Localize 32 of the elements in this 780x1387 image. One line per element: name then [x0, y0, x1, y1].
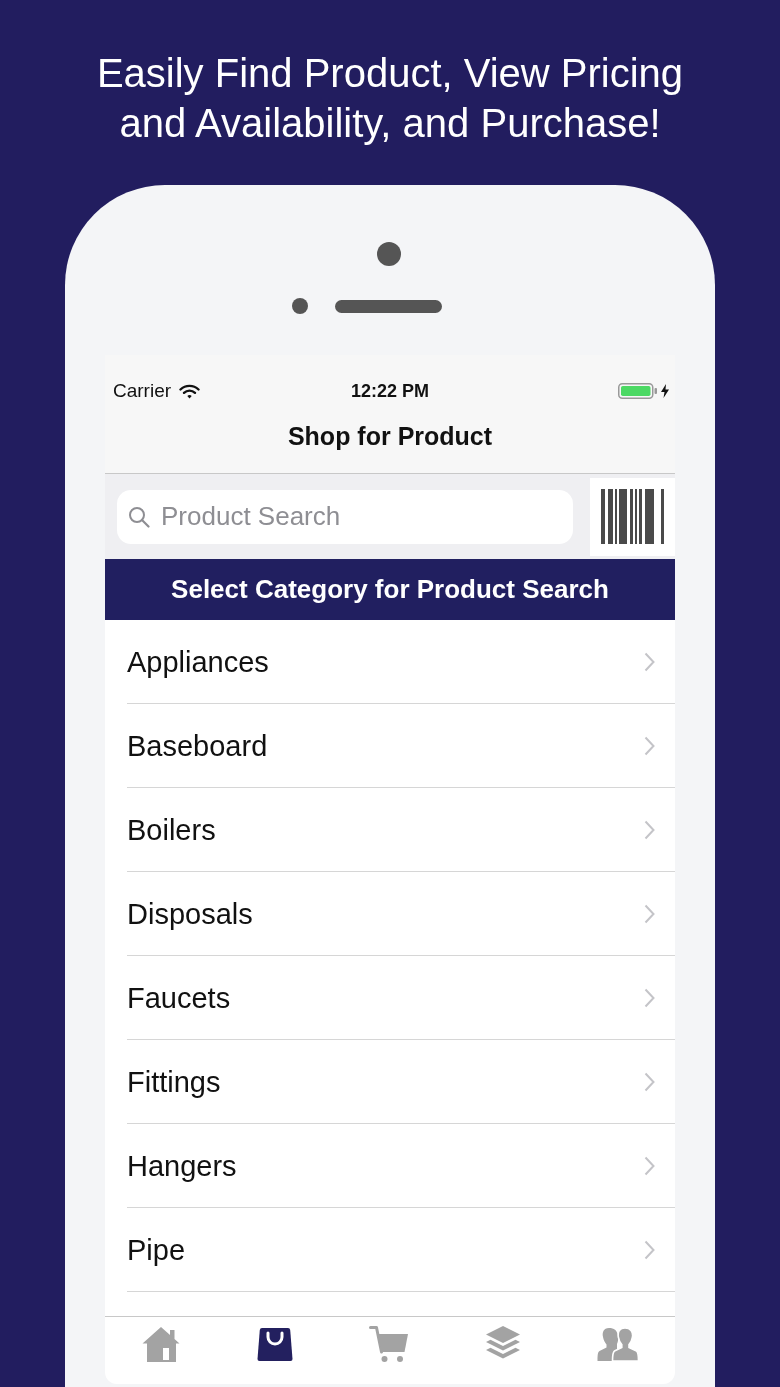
camera-icon	[377, 242, 401, 266]
chevron-icon	[644, 1239, 655, 1260]
search-field[interactable]: Product Search	[117, 489, 573, 544]
chevron-icon	[644, 903, 655, 924]
nav-title: Shop for Product	[287, 421, 493, 451]
chevron-icon	[644, 819, 655, 840]
wifi-icon	[179, 383, 201, 399]
chevron-icon	[644, 987, 655, 1008]
category-row[interactable]: Hangers	[105, 1124, 675, 1208]
status-time: 12:22 PM	[351, 380, 429, 402]
chevron-icon	[644, 651, 655, 672]
category-row[interactable]: Fittings	[105, 1040, 675, 1124]
shopping-cart-icon	[369, 1324, 411, 1364]
headline: Easily Find Product, View Pricing and Availability, and Purchase!	[95, 50, 685, 147]
category-row[interactable]: Baseboard	[105, 704, 675, 788]
category-row[interactable]: Disposals	[105, 872, 675, 956]
search-icon	[128, 505, 150, 528]
battery-icon	[618, 383, 658, 399]
speaker-icon	[335, 300, 442, 313]
barcode-scan-button[interactable]	[590, 477, 675, 556]
carrier-label: Carrier	[113, 380, 172, 402]
charging-bolt-icon	[661, 384, 669, 398]
category-row[interactable]: Boilers	[105, 788, 675, 872]
category-row[interactable]: Pipe	[105, 1208, 675, 1292]
category-row[interactable]: Faucets	[105, 956, 675, 1040]
sensor-icon	[292, 298, 308, 314]
chevron-icon	[644, 735, 655, 756]
chevron-icon	[644, 1155, 655, 1176]
category-row[interactable]: Appliances	[105, 620, 675, 704]
chevron-icon	[644, 1071, 655, 1092]
category-header: Select Category for Product Search	[105, 559, 675, 620]
barcode-icon	[601, 489, 664, 544]
